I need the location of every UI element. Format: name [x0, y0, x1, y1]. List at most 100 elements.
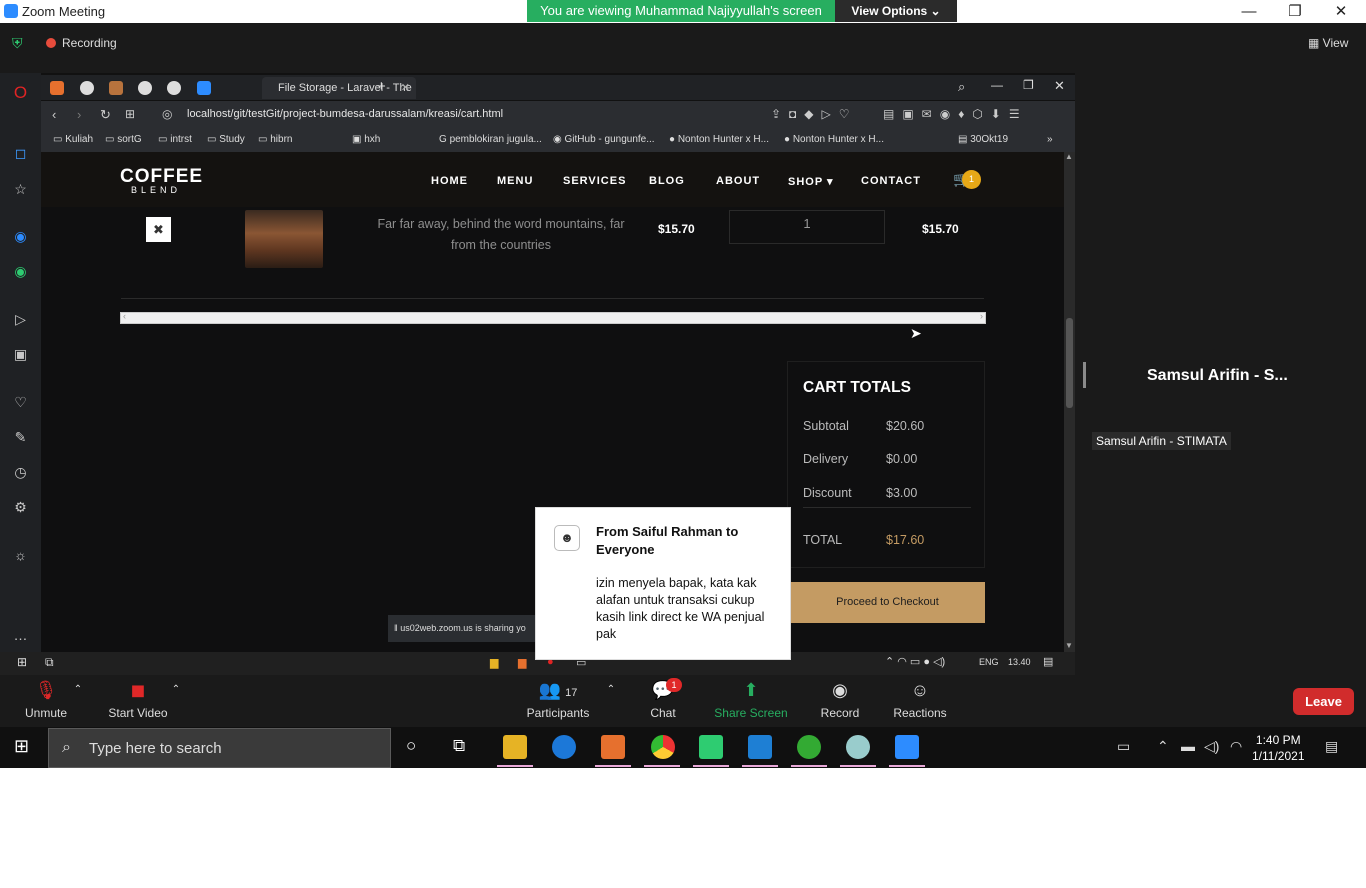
proceed-to-checkout-button[interactable]: Proceed to Checkout: [790, 582, 985, 623]
participants-options-button[interactable]: ⌃: [603, 675, 619, 727]
bookmark-hibrn[interactable]: ▭ hibrn: [258, 134, 292, 145]
wifi-icon[interactable]: ◠: [1230, 738, 1242, 755]
scrollbar-thumb[interactable]: [1066, 318, 1073, 408]
participants-button[interactable]: 👥 17 Participants: [524, 675, 592, 727]
bookmark-sortg[interactable]: ▭ sortG: [105, 134, 142, 145]
chrome-icon[interactable]: [651, 735, 675, 759]
url-field[interactable]: localhost/git/testGit/project-bumdesa-da…: [187, 108, 503, 120]
restore-icon[interactable]: ❐: [1272, 1, 1318, 22]
close-icon[interactable]: ✕: [1318, 1, 1364, 22]
workspace-icon[interactable]: ◻: [0, 145, 41, 162]
tray-overflow-icon[interactable]: ⌃: [1157, 738, 1169, 755]
taskbar-clock[interactable]: 1:40 PM 1/11/2021: [1252, 732, 1305, 764]
whatsapp-icon[interactable]: ◉: [0, 263, 41, 280]
spreadsheet-icon[interactable]: [699, 735, 723, 759]
nav-about[interactable]: ABOUT: [716, 175, 760, 187]
nav-home[interactable]: HOME: [431, 175, 468, 187]
view-options-button[interactable]: View Options ⌄: [835, 0, 957, 22]
nav-services[interactable]: SERVICES: [563, 175, 626, 187]
nav-menu[interactable]: MENU: [497, 175, 533, 187]
scroll-right-icon[interactable]: ›: [980, 311, 983, 321]
heart-icon[interactable]: ♡: [0, 394, 41, 411]
share-screen-button[interactable]: ⬆ Share Screen: [713, 675, 789, 727]
scroll-left-icon[interactable]: ‹: [123, 311, 126, 321]
vscode-icon[interactable]: [748, 735, 772, 759]
nav-blog[interactable]: BLOG: [649, 175, 685, 187]
app-icon[interactable]: ▆: [518, 656, 526, 669]
app-icon[interactable]: [797, 735, 821, 759]
close-tab-icon[interactable]: ✕: [401, 77, 410, 99]
tips-icon[interactable]: ☼: [0, 547, 41, 563]
opera-logo-icon[interactable]: O: [0, 83, 41, 103]
windows-start-icon[interactable]: ⊞: [14, 736, 34, 756]
site-info-icon[interactable]: ◎: [162, 107, 172, 121]
messenger-icon[interactable]: ◉: [0, 228, 41, 245]
bookmarks-overflow-icon[interactable]: »: [1047, 134, 1053, 145]
close-icon[interactable]: ✕: [1054, 78, 1065, 94]
horizontal-scrollbar[interactable]: ‹ ›: [120, 311, 986, 324]
tabs-grid-icon[interactable]: ⊞: [125, 107, 135, 121]
chat-notification[interactable]: ☻ From Saiful Rahman to Everyone izin me…: [535, 507, 791, 660]
action-center-icon[interactable]: ▤: [1325, 738, 1338, 755]
tab-icon[interactable]: [109, 81, 123, 95]
cortana-icon[interactable]: ○: [406, 736, 416, 756]
reactions-button[interactable]: ☺ Reactions: [891, 675, 949, 727]
video-options-button[interactable]: ⌃: [168, 675, 184, 727]
bookmark-study[interactable]: ▭ Study: [207, 134, 245, 145]
history-icon[interactable]: ◷: [0, 464, 41, 481]
bookmark-hxh[interactable]: ▣ hxh: [352, 134, 380, 145]
xampp-tab-icon[interactable]: [50, 81, 64, 95]
view-button[interactable]: ▦ View: [1308, 36, 1348, 50]
unmute-button[interactable]: 🎙 Unmute: [20, 675, 72, 727]
globe-tab-icon[interactable]: [167, 81, 181, 95]
minimize-icon[interactable]: —: [991, 78, 1003, 92]
start-video-button[interactable]: ◼ Start Video: [105, 675, 171, 727]
volume-icon[interactable]: ◁): [1204, 738, 1219, 755]
panel-resize-handle[interactable]: [1083, 362, 1086, 388]
reload-icon[interactable]: ↻: [100, 107, 111, 123]
tab-icon[interactable]: [80, 81, 94, 95]
quantity-input[interactable]: 1: [729, 210, 885, 244]
bookmark-hunter-2[interactable]: ● Nonton Hunter x H...: [784, 134, 884, 145]
tab-file-storage[interactable]: File Storage - Laravel - The ✕: [262, 77, 416, 99]
bookmark-intrst[interactable]: ▭ intrst: [158, 134, 192, 145]
zoom-tab-icon[interactable]: [197, 81, 211, 95]
taskbar-search-input[interactable]: ⌕ Type here to search: [48, 728, 391, 768]
tray-icons[interactable]: ⌃ ◠ ▭ ● ◁): [885, 655, 945, 668]
edit-icon[interactable]: ✎: [0, 429, 41, 446]
back-icon[interactable]: ‹: [52, 107, 56, 122]
task-view-icon[interactable]: ⧉: [45, 655, 54, 670]
restore-icon[interactable]: ❐: [1023, 78, 1034, 92]
notification-icon[interactable]: ▤: [1043, 655, 1053, 668]
speed-dial-icon[interactable]: ☆: [0, 181, 41, 198]
audio-options-button[interactable]: ⌃: [70, 675, 86, 727]
page-scrollbar[interactable]: [1064, 152, 1075, 652]
edge-icon[interactable]: [552, 735, 576, 759]
battery-icon[interactable]: ▬: [1181, 738, 1195, 754]
keyboard-icon[interactable]: ▭: [1117, 738, 1130, 755]
bookmark-pemblokiran[interactable]: G pemblokiran jugula...: [439, 134, 542, 145]
wallet-icon[interactable]: ▣: [0, 346, 41, 363]
bookmark-kuliah[interactable]: ▭ Kuliah: [53, 134, 93, 145]
remove-item-button[interactable]: ✖: [146, 217, 171, 242]
minimize-icon[interactable]: —: [1226, 1, 1272, 22]
file-explorer-icon[interactable]: [503, 735, 527, 759]
recording-indicator[interactable]: Recording: [46, 36, 117, 50]
new-tab-icon[interactable]: +: [377, 78, 386, 95]
globe-tab-icon[interactable]: [138, 81, 152, 95]
zoom-taskbar-icon[interactable]: [895, 735, 919, 759]
paint-icon[interactable]: [846, 735, 870, 759]
forward-icon[interactable]: ›: [77, 107, 81, 122]
scroll-down-icon[interactable]: ▼: [1065, 641, 1073, 650]
bookmark-hunter-1[interactable]: ● Nonton Hunter x H...: [669, 134, 769, 145]
task-view-icon[interactable]: ⧉: [453, 736, 465, 756]
scroll-up-icon[interactable]: ▲: [1065, 152, 1073, 161]
shield-icon[interactable]: ⛨: [12, 35, 28, 52]
bookmark-30okt19[interactable]: ▤ 30Okt19: [958, 134, 1008, 145]
windows-start-icon[interactable]: ⊞: [17, 655, 27, 669]
extension-icons[interactable]: ⇪◘◆▷♡: [771, 107, 858, 121]
record-button[interactable]: ◉ Record: [817, 675, 863, 727]
settings-icon[interactable]: ⚙: [0, 499, 41, 516]
more-icon[interactable]: …: [0, 627, 41, 643]
folder-icon[interactable]: ▆: [490, 656, 498, 669]
